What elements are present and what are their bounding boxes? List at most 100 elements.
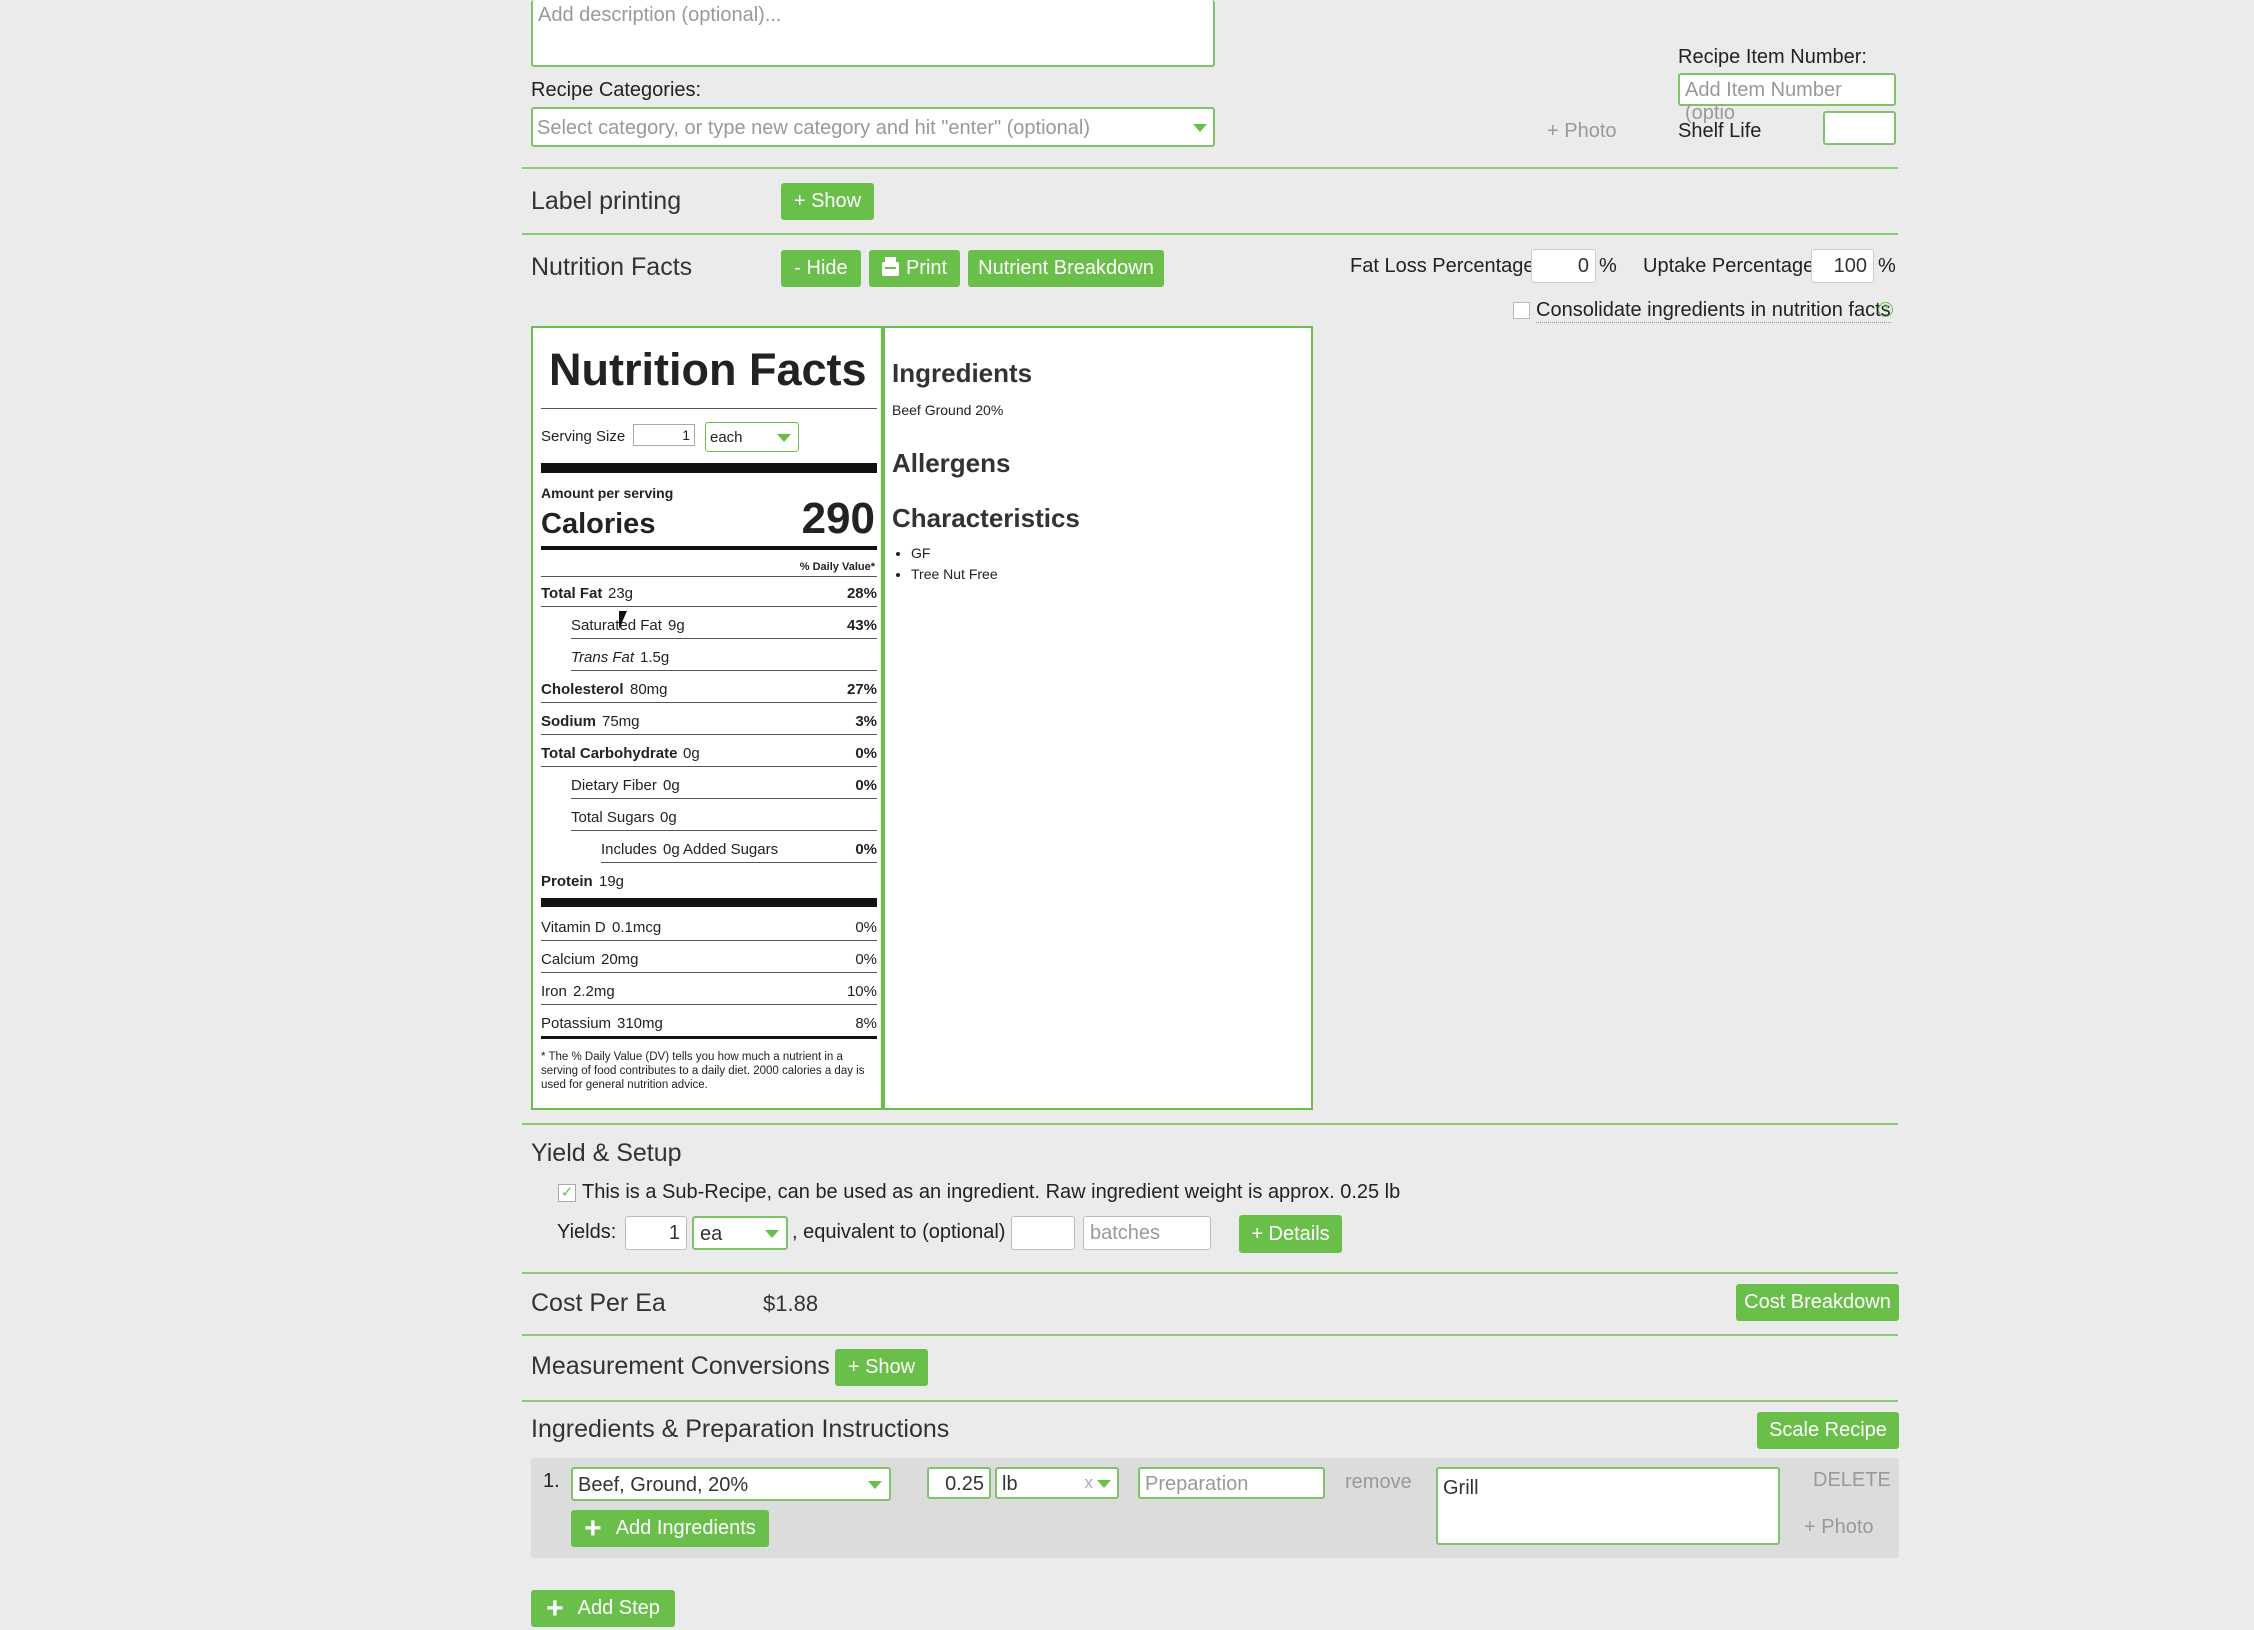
preparation-input[interactable]: Preparation: [1138, 1467, 1325, 1499]
nutrient-row: Includes 0g Added Sugars 0%: [601, 832, 877, 863]
subrecipe-checkbox[interactable]: ✓: [558, 1184, 576, 1202]
uptake-percent: %: [1878, 255, 1896, 277]
step-number: 1.: [543, 1470, 560, 1492]
divider: [522, 233, 1898, 235]
categories-select[interactable]: Select category, or type new category an…: [531, 107, 1215, 147]
batches-input[interactable]: batches: [1083, 1216, 1211, 1250]
preparation-placeholder: Preparation: [1145, 1473, 1249, 1495]
nutrient-amount: 0g: [683, 745, 700, 762]
characteristics-list: GFTree Nut Free: [871, 543, 998, 585]
remove-link[interactable]: remove: [1345, 1471, 1412, 1494]
nutrition-print-button[interactable]: Print: [869, 250, 960, 287]
chevron-down-icon: [765, 1230, 779, 1238]
conversions-show-button[interactable]: + Show: [835, 1349, 928, 1386]
fat-loss-label: Fat Loss Percentage: [1350, 255, 1535, 277]
nutrition-hide-button[interactable]: - Hide: [781, 250, 861, 287]
yield-details-button[interactable]: + Details: [1239, 1215, 1342, 1253]
yield-title: Yield & Setup: [531, 1139, 682, 1167]
nutrient-amount: 80mg: [630, 681, 668, 698]
fat-loss-input[interactable]: 0: [1531, 249, 1596, 283]
nutrient-daily-value: 0%: [855, 841, 877, 858]
printer-icon: [881, 256, 899, 276]
categories-placeholder: Select category, or type new category an…: [537, 117, 1091, 139]
ingredients-title: Ingredients & Preparation Instructions: [531, 1415, 950, 1443]
nutrient-row: Total Sugars 0g: [571, 800, 877, 831]
print-label: Print: [905, 257, 948, 279]
quantity-input[interactable]: 0.25: [927, 1467, 991, 1499]
micronutrient-amount: 2.2mg: [573, 983, 615, 1000]
scale-recipe-button[interactable]: Scale Recipe: [1757, 1412, 1899, 1449]
fat-loss-value: 0: [1577, 255, 1589, 277]
yields-unit-select[interactable]: ea: [692, 1216, 788, 1250]
unit-select[interactable]: lb x: [995, 1467, 1119, 1499]
categories-label: Recipe Categories:: [531, 79, 702, 101]
help-icon[interactable]: ?: [1878, 302, 1893, 317]
daily-value-header: % Daily Value*: [799, 561, 875, 573]
nutrient-amount: 1.5g: [640, 649, 670, 666]
micronutrient-row: Potassium 310mg 8%: [541, 1006, 877, 1036]
equivalent-label: , equivalent to (optional): [792, 1221, 1006, 1243]
micronutrient-amount: 0.1mcg: [612, 919, 662, 936]
micronutrient-name: Vitamin D: [541, 919, 606, 936]
micronutrient-amount: 20mg: [601, 951, 639, 968]
shelf-life-label: Shelf Life: [1678, 120, 1762, 142]
shelf-life-input[interactable]: [1823, 111, 1896, 145]
ingredient-step-row: 1. Beef, Ground, 20% 0.25 lb x Preparati…: [531, 1458, 1899, 1558]
add-step-button[interactable]: + Add Step: [531, 1590, 675, 1627]
nutrition-facts-label: Nutrition Facts Serving Size 1 each Amou…: [531, 326, 883, 1110]
serving-unit-select[interactable]: each: [705, 422, 799, 452]
micronutrient-daily-value: 0%: [855, 951, 877, 968]
label-printing-title: Label printing: [531, 187, 682, 215]
ingredient-value: Beef, Ground, 20%: [578, 1474, 749, 1496]
nutrient-amount: 23g: [608, 585, 634, 602]
item-number-label: Recipe Item Number:: [1678, 46, 1867, 68]
amount-per-serving: Amount per serving: [541, 485, 674, 501]
nutrient-name: Saturated Fat: [571, 617, 662, 634]
clear-icon[interactable]: x: [1085, 1473, 1094, 1493]
batches-placeholder: batches: [1090, 1222, 1161, 1244]
cost-breakdown-button[interactable]: Cost Breakdown: [1736, 1284, 1899, 1321]
micronutrient-name: Iron: [541, 983, 567, 1000]
micronutrient-row: Calcium 20mg 0%: [541, 942, 877, 973]
plus-icon: +: [546, 1591, 564, 1625]
nutrient-row: Total Fat 23g 28%: [541, 576, 877, 607]
add-ingredients-button[interactable]: + Add Ingredients: [571, 1510, 769, 1547]
delete-link[interactable]: DELETE: [1813, 1469, 1891, 1492]
nutrient-name: Protein: [541, 873, 593, 890]
ingredient-select[interactable]: Beef, Ground, 20%: [571, 1467, 891, 1501]
item-number-input[interactable]: Add Item Number (optio: [1678, 73, 1896, 124]
nutrient-name: Sodium: [541, 713, 596, 730]
divider: [522, 1400, 1898, 1402]
uptake-value: 100: [1833, 255, 1867, 277]
label-printing-show-button[interactable]: + Show: [781, 183, 874, 220]
characteristic-item: GF: [911, 543, 998, 564]
allergens-heading: Allergens: [892, 448, 1011, 478]
cost-value: $1.88: [763, 1291, 819, 1316]
micronutrient-daily-value: 0%: [855, 919, 877, 936]
description-textarea[interactable]: Add description (optional)...: [531, 0, 1215, 67]
instructions-value: Grill: [1443, 1477, 1479, 1499]
consolidate-checkbox[interactable]: [1513, 302, 1530, 319]
nutrient-breakdown-button[interactable]: Nutrient Breakdown: [968, 250, 1164, 287]
nutrient-row: Protein 19g: [541, 864, 877, 894]
subrecipe-text: This is a Sub-Recipe, can be used as an …: [582, 1181, 1401, 1203]
nutrient-name: Includes: [601, 841, 657, 858]
yields-input[interactable]: 1: [625, 1216, 687, 1250]
step-photo-link[interactable]: + Photo: [1804, 1516, 1874, 1539]
micronutrient-name: Potassium: [541, 1015, 612, 1032]
serving-unit-value: each: [710, 429, 743, 446]
unit-value: lb: [1002, 1473, 1018, 1495]
ingredients-heading: Ingredients: [892, 358, 1033, 388]
nutrition-title: Nutrition Facts: [531, 253, 693, 281]
chevron-down-icon: [868, 1481, 882, 1489]
serving-size-label: Serving Size: [541, 428, 626, 445]
uptake-input[interactable]: 100: [1811, 249, 1874, 283]
nutrient-daily-value: 43%: [846, 617, 877, 634]
instructions-textarea[interactable]: Grill: [1436, 1467, 1780, 1545]
nutrient-name: Total Sugars: [571, 809, 655, 826]
serving-size-input[interactable]: 1: [633, 424, 695, 446]
equivalent-input[interactable]: [1011, 1216, 1075, 1250]
yields-label: Yields:: [557, 1221, 617, 1243]
photo-link[interactable]: + Photo: [1547, 120, 1617, 143]
serving-size-value: 1: [682, 427, 690, 443]
